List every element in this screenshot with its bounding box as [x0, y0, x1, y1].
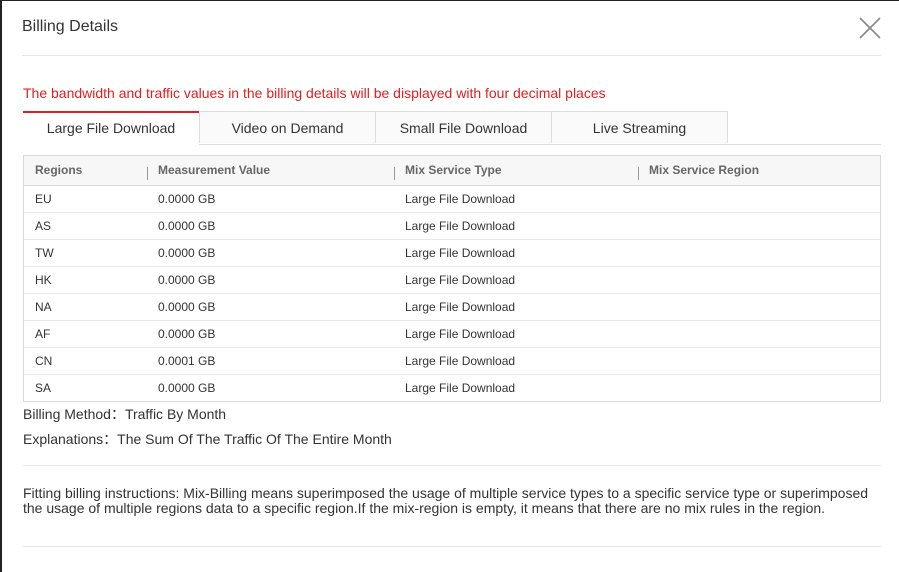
cell-mix-service-type: Large File Download [405, 381, 516, 395]
column-divider [638, 167, 639, 180]
table-header: Regions Measurement Value Mix Service Ty… [24, 156, 880, 186]
billing-table: Regions Measurement Value Mix Service Ty… [23, 155, 881, 402]
billing-method: Billing Method：Traffic By Month [23, 404, 226, 424]
cell-region: HK [35, 273, 52, 287]
cell-mix-service-type: Large File Download [405, 354, 516, 368]
table-row: HK 0.0000 GB Large File Download [24, 267, 880, 294]
cell-region: CN [35, 354, 53, 368]
close-icon [859, 17, 881, 39]
cell-measurement-value: 0.0000 GB [158, 246, 216, 260]
column-header-regions[interactable]: Regions [35, 156, 82, 185]
close-button[interactable] [857, 15, 883, 41]
table-row: NA 0.0000 GB Large File Download [24, 294, 880, 321]
table-row: AF 0.0000 GB Large File Download [24, 321, 880, 348]
tab-video-on-demand[interactable]: Video on Demand [199, 111, 376, 143]
decimal-notice: The bandwidth and traffic values in the … [23, 85, 606, 101]
cell-mix-service-type: Large File Download [405, 192, 516, 206]
cell-region: NA [35, 300, 52, 314]
table-row: TW 0.0000 GB Large File Download [24, 240, 880, 267]
cell-mix-service-type: Large File Download [405, 300, 516, 314]
cell-region: SA [35, 381, 52, 395]
column-header-mix-service-region[interactable]: Mix Service Region [649, 156, 759, 185]
table-row: EU 0.0000 GB Large File Download [24, 186, 880, 213]
table-row: SA 0.0000 GB Large File Download [24, 375, 880, 401]
cell-region: AS [35, 219, 52, 233]
cell-measurement-value: 0.0000 GB [158, 327, 216, 341]
cell-mix-service-type: Large File Download [405, 327, 516, 341]
table-body: EU 0.0000 GB Large File Download AS 0.00… [24, 186, 880, 401]
cell-measurement-value: 0.0001 GB [158, 354, 216, 368]
column-divider [147, 167, 148, 180]
cell-region: TW [35, 246, 54, 260]
table-row: CN 0.0001 GB Large File Download [24, 348, 880, 375]
tab-small-file-download[interactable]: Small File Download [375, 111, 552, 143]
cell-measurement-value: 0.0000 GB [158, 219, 216, 233]
footer-divider [23, 546, 881, 547]
billing-method-value: Traffic By Month [124, 406, 227, 422]
billing-details-dialog: Billing Details The bandwidth and traffi… [0, 0, 899, 572]
explanation-value: The Sum Of The Traffic Of The Entire Mon… [117, 431, 392, 447]
cell-mix-service-type: Large File Download [405, 273, 516, 287]
column-header-mix-service-type[interactable]: Mix Service Type [405, 156, 502, 185]
dialog-header: Billing Details [22, 1, 881, 56]
cell-region: AF [35, 327, 51, 341]
service-tabs: Large File Download Video on Demand Smal… [23, 111, 881, 145]
section-divider [23, 465, 881, 466]
dialog-title: Billing Details [22, 18, 119, 35]
cell-measurement-value: 0.0000 GB [158, 300, 216, 314]
column-header-measurement-value[interactable]: Measurement Value [158, 156, 270, 185]
billing-explanation: Explanations：The Sum Of The Traffic Of T… [23, 429, 392, 449]
tab-large-file-download[interactable]: Large File Download [23, 111, 199, 145]
cell-region: EU [35, 192, 52, 206]
column-divider [394, 167, 395, 180]
fitting-billing-instructions: Fitting billing instructions: Mix-Billin… [23, 485, 869, 516]
tab-live-streaming[interactable]: Live Streaming [551, 111, 728, 143]
cell-measurement-value: 0.0000 GB [158, 273, 216, 287]
cell-mix-service-type: Large File Download [405, 219, 516, 233]
cell-measurement-value: 0.0000 GB [158, 192, 216, 206]
cell-measurement-value: 0.0000 GB [158, 381, 216, 395]
billing-method-label: Billing Method： [23, 406, 125, 422]
table-row: AS 0.0000 GB Large File Download [24, 213, 880, 240]
cell-mix-service-type: Large File Download [405, 246, 516, 260]
explanation-label: Explanations： [23, 431, 118, 447]
